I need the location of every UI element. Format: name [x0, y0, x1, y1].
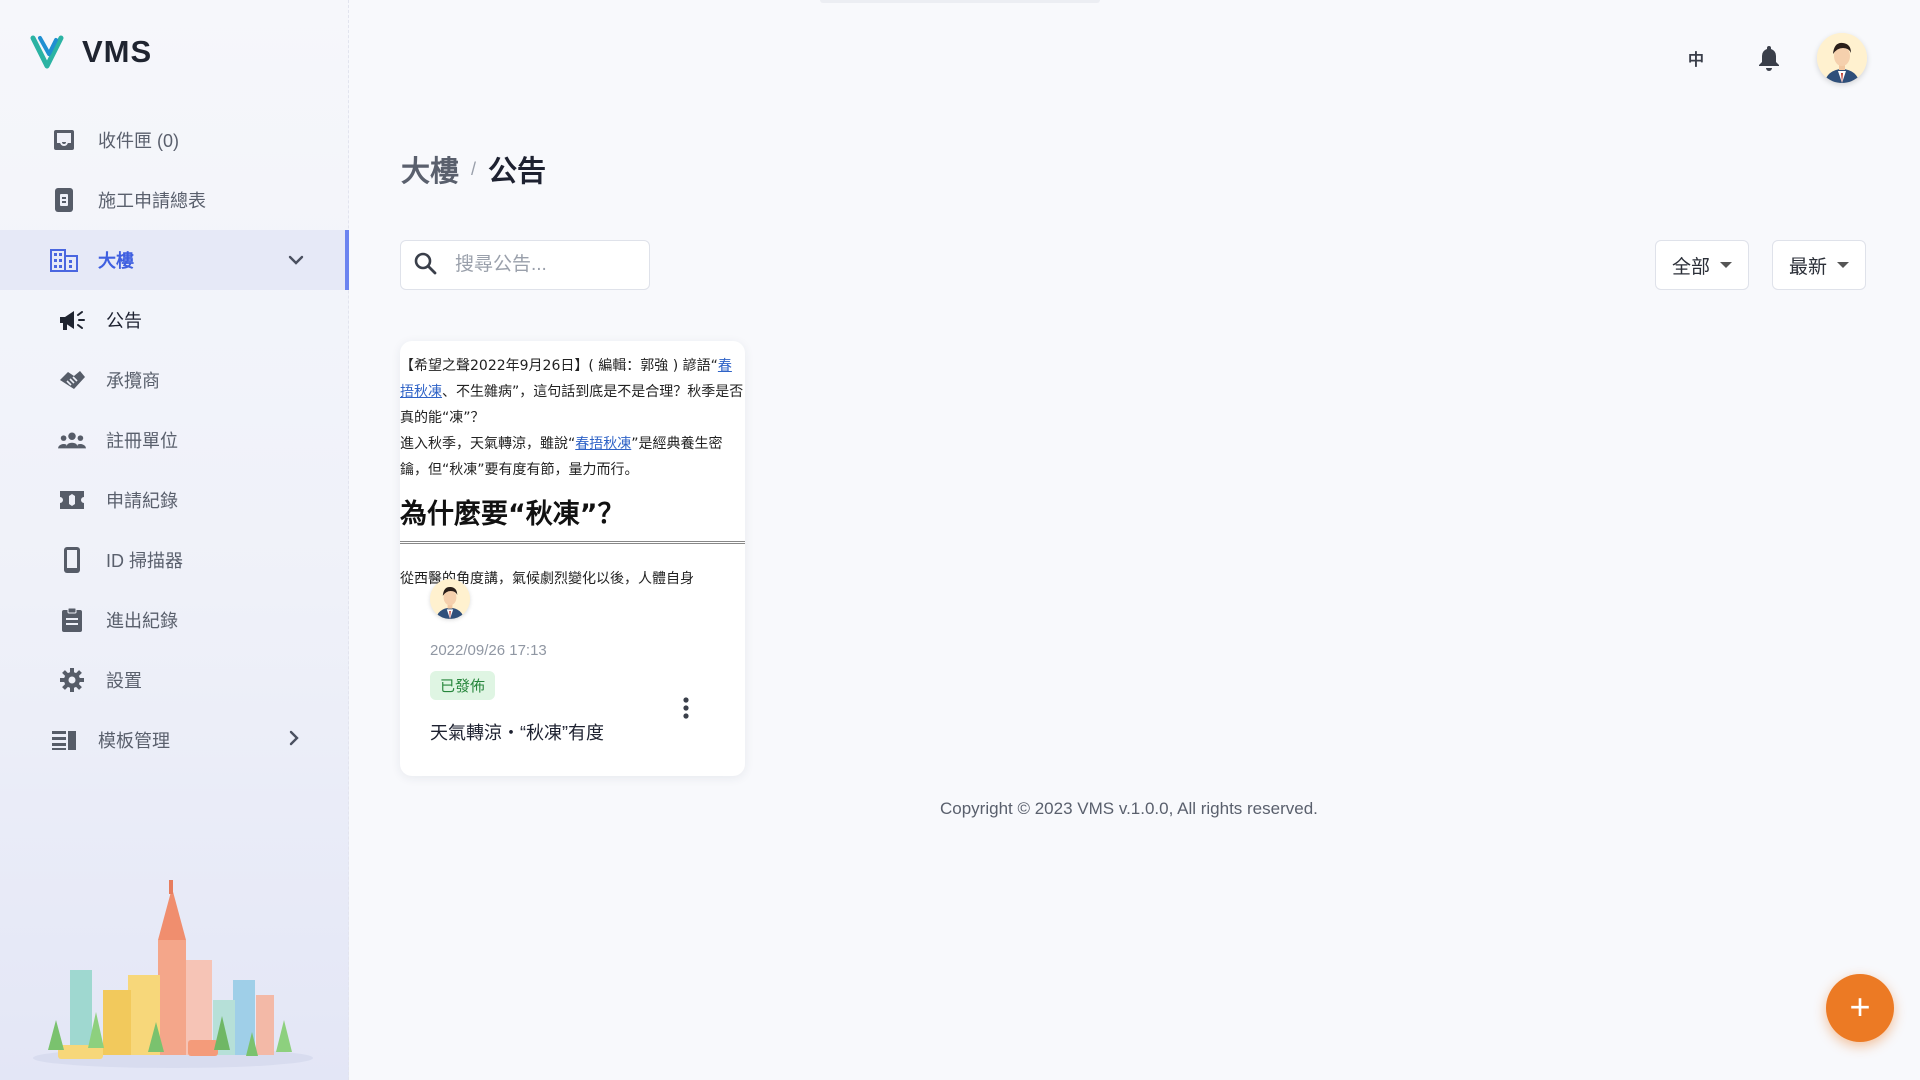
chevron-right-icon — [288, 730, 300, 751]
breadcrumb: 大樓 / 公告 — [401, 148, 546, 190]
user-avatar[interactable] — [1817, 33, 1867, 83]
top-progress-strip — [820, 0, 1100, 3]
sidebar-item-contractors[interactable]: 承攬商 — [0, 350, 349, 410]
app-logo[interactable]: VMS — [30, 34, 152, 70]
status-badge: 已發佈 — [430, 671, 496, 700]
sidebar-item-label: 公告 — [106, 311, 142, 331]
sidebar-item-label: 大樓 — [98, 251, 134, 271]
search-input[interactable] — [455, 254, 625, 276]
sidebar-item-label: 收件匣 (0) — [98, 131, 179, 151]
ticket-icon — [58, 486, 86, 514]
sidebar-item-registered-units[interactable]: 註冊單位 — [0, 410, 349, 470]
plus-icon: + — [1849, 985, 1871, 1027]
card-title[interactable]: 天氣轉涼・“秋凍”有度 — [430, 719, 604, 745]
sidebar-item-label: 模板管理 — [98, 731, 170, 751]
more-options-icon[interactable] — [682, 696, 690, 725]
card-date: 2022/09/26 17:13 — [430, 642, 547, 659]
breadcrumb-separator: / — [471, 158, 477, 179]
author-avatar — [430, 579, 470, 619]
sidebar-item-inbox[interactable]: 收件匣 (0) — [0, 110, 349, 170]
preview-text: 、不生雜病”，這句話到底是不是合理？秋季是否真的能“凍”？ — [400, 384, 744, 426]
sidebar-item-id-scanner[interactable]: ID 掃描器 — [0, 530, 349, 590]
caret-down-icon — [1837, 262, 1850, 268]
breadcrumb-parent[interactable]: 大樓 — [401, 148, 459, 190]
scope-filter-value: 全部 — [1672, 256, 1711, 278]
preview-text: 【希望之聲2022年9月26日】( 編輯：郭強 ) 諺語“ — [400, 358, 718, 374]
group-icon — [58, 426, 86, 454]
sort-value: 最新 — [1789, 256, 1828, 278]
search-box — [400, 240, 650, 290]
search-icon — [413, 251, 437, 280]
card-content-preview: 【希望之聲2022年9月26日】( 編輯：郭強 ) 諺語“ 春捂秋凍 、不生雜病”，… — [400, 353, 745, 593]
sidebar: VMS 收件匣 (0) 施工申請總表 大樓 公告 承攬商 註冊單位 申請紀錄 I… — [0, 0, 349, 1080]
vms-logo-icon — [30, 35, 64, 69]
megaphone-icon — [58, 306, 86, 334]
sort-dropdown[interactable]: 最新 — [1772, 240, 1867, 290]
sidebar-item-settings[interactable]: 設置 — [0, 650, 349, 710]
sidebar-item-announcements[interactable]: 公告 — [0, 290, 349, 350]
sidebar-item-label: 設置 — [106, 671, 142, 691]
clipboard-icon — [58, 606, 86, 634]
language-switch[interactable]: 中 — [1688, 46, 1704, 70]
gear-icon — [58, 666, 86, 694]
preview-heading: 為什麼要“秋凍”？ — [400, 495, 745, 544]
sidebar-item-application-records[interactable]: 申請紀錄 — [0, 470, 349, 530]
footer-copyright: Copyright © 2023 VMS v.1.0.0, All rights… — [940, 799, 1318, 818]
sidebar-item-access-records[interactable]: 進出紀錄 — [0, 590, 349, 650]
sidebar-item-label: 承攬商 — [106, 371, 160, 391]
template-icon — [50, 726, 78, 754]
sidebar-item-label: ID 掃描器 — [106, 551, 184, 571]
add-announcement-button[interactable]: + — [1826, 974, 1894, 1042]
sidebar-item-template-management[interactable]: 模板管理 — [0, 710, 349, 770]
bell-icon[interactable] — [1756, 44, 1782, 77]
building-icon — [50, 246, 78, 274]
app-name: VMS — [82, 34, 153, 69]
scope-filter-dropdown[interactable]: 全部 — [1655, 240, 1750, 290]
sidebar-item-building[interactable]: 大樓 — [0, 230, 349, 290]
sidebar-item-label: 施工申請總表 — [98, 191, 206, 211]
city-illustration — [28, 880, 318, 1075]
preview-text: 進入秋季，天氣轉涼，雖說“ — [400, 436, 576, 452]
chevron-down-icon — [288, 250, 304, 271]
sidebar-item-construction-summary[interactable]: 施工申請總表 — [0, 170, 349, 230]
preview-paragraph: 進入秋季，天氣轉涼，雖說“春捂秋凍”是經典養生密鑰，但“秋凍”要有度有節，量力而… — [400, 431, 745, 483]
caret-down-icon — [1720, 262, 1733, 268]
page-title: 公告 — [488, 156, 547, 188]
preview-link[interactable]: 春捂秋凍 — [575, 436, 631, 452]
sidebar-item-label: 進出紀錄 — [106, 611, 178, 631]
sidebar-nav: 收件匣 (0) 施工申請總表 大樓 公告 承攬商 註冊單位 申請紀錄 ID 掃描… — [0, 110, 349, 770]
preview-paragraph: 【希望之聲2022年9月26日】( 編輯：郭強 ) 諺語“春捂秋凍、不生雜病”，… — [400, 353, 745, 431]
announcement-card[interactable]: 【希望之聲2022年9月26日】( 編輯：郭強 ) 諺語“ 春捂秋凍 、不生雜病”，… — [400, 341, 745, 776]
document-icon — [50, 186, 78, 214]
inbox-icon — [50, 126, 78, 154]
handshake-icon — [58, 366, 86, 394]
sidebar-item-label: 申請紀錄 — [106, 491, 178, 511]
sidebar-item-label: 註冊單位 — [106, 431, 178, 451]
phone-icon — [58, 546, 86, 574]
